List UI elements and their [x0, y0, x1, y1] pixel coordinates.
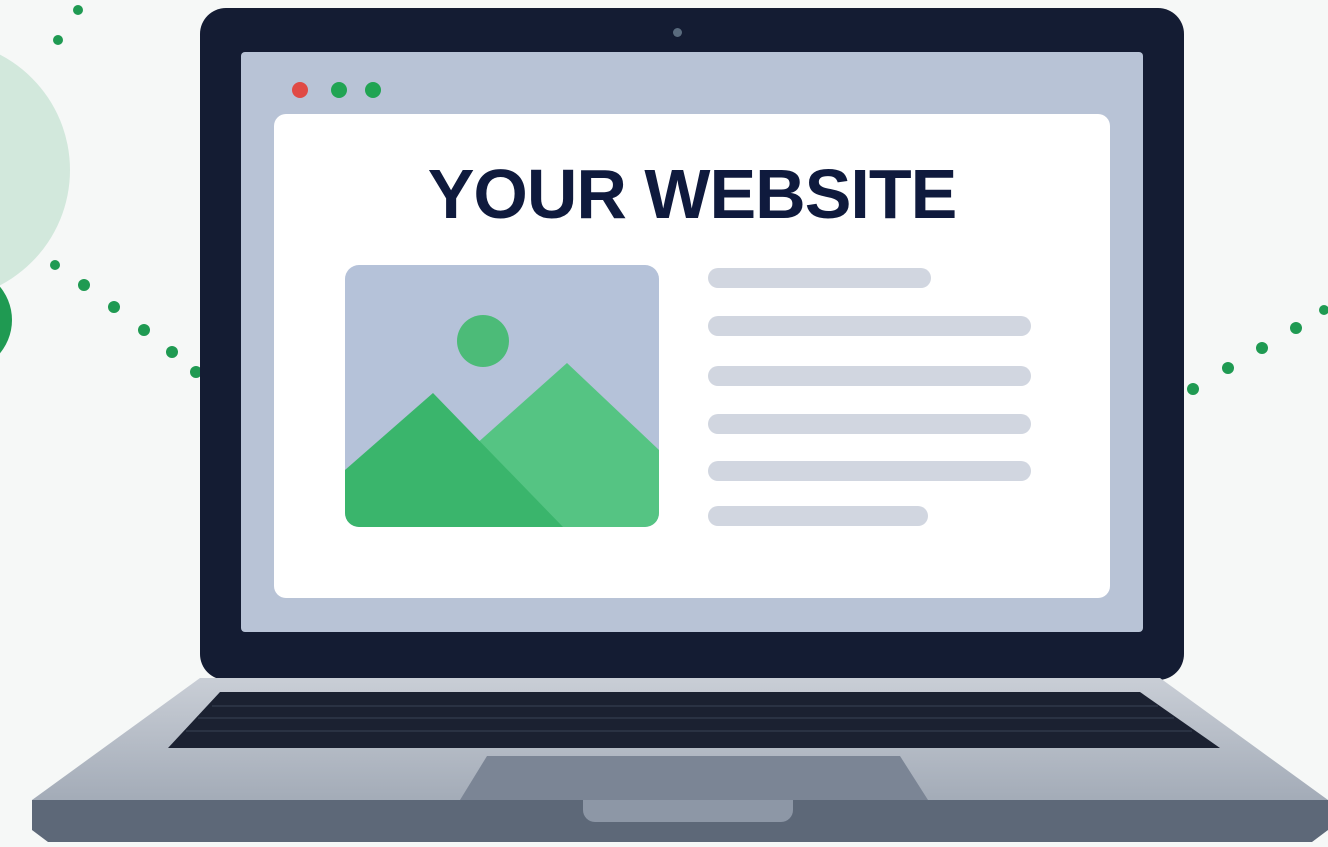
decor-circle-large — [0, 54, 70, 286]
window-close-button[interactable] — [292, 82, 308, 98]
text-line-placeholder — [708, 461, 1031, 481]
trackpad — [460, 756, 928, 800]
text-line-placeholder — [708, 506, 928, 526]
laptop-illustration: YOUR WEBSITE — [0, 0, 1328, 847]
text-line-placeholder — [708, 268, 931, 288]
text-line-placeholder — [708, 316, 1031, 336]
website-title: YOUR WEBSITE — [427, 155, 958, 233]
window-maximize-button[interactable] — [365, 82, 381, 98]
dotted-connector-left — [50, 5, 202, 378]
laptop-camera-icon — [673, 28, 682, 37]
text-line-placeholder — [708, 366, 1031, 386]
image-placeholder-icon — [345, 265, 659, 527]
laptop-lid-notch — [583, 800, 793, 822]
window-minimize-button[interactable] — [331, 82, 347, 98]
dotted-connector-right — [1187, 305, 1328, 395]
text-line-placeholder — [708, 414, 1031, 434]
keyboard — [168, 692, 1220, 748]
sun-shape — [457, 315, 509, 367]
